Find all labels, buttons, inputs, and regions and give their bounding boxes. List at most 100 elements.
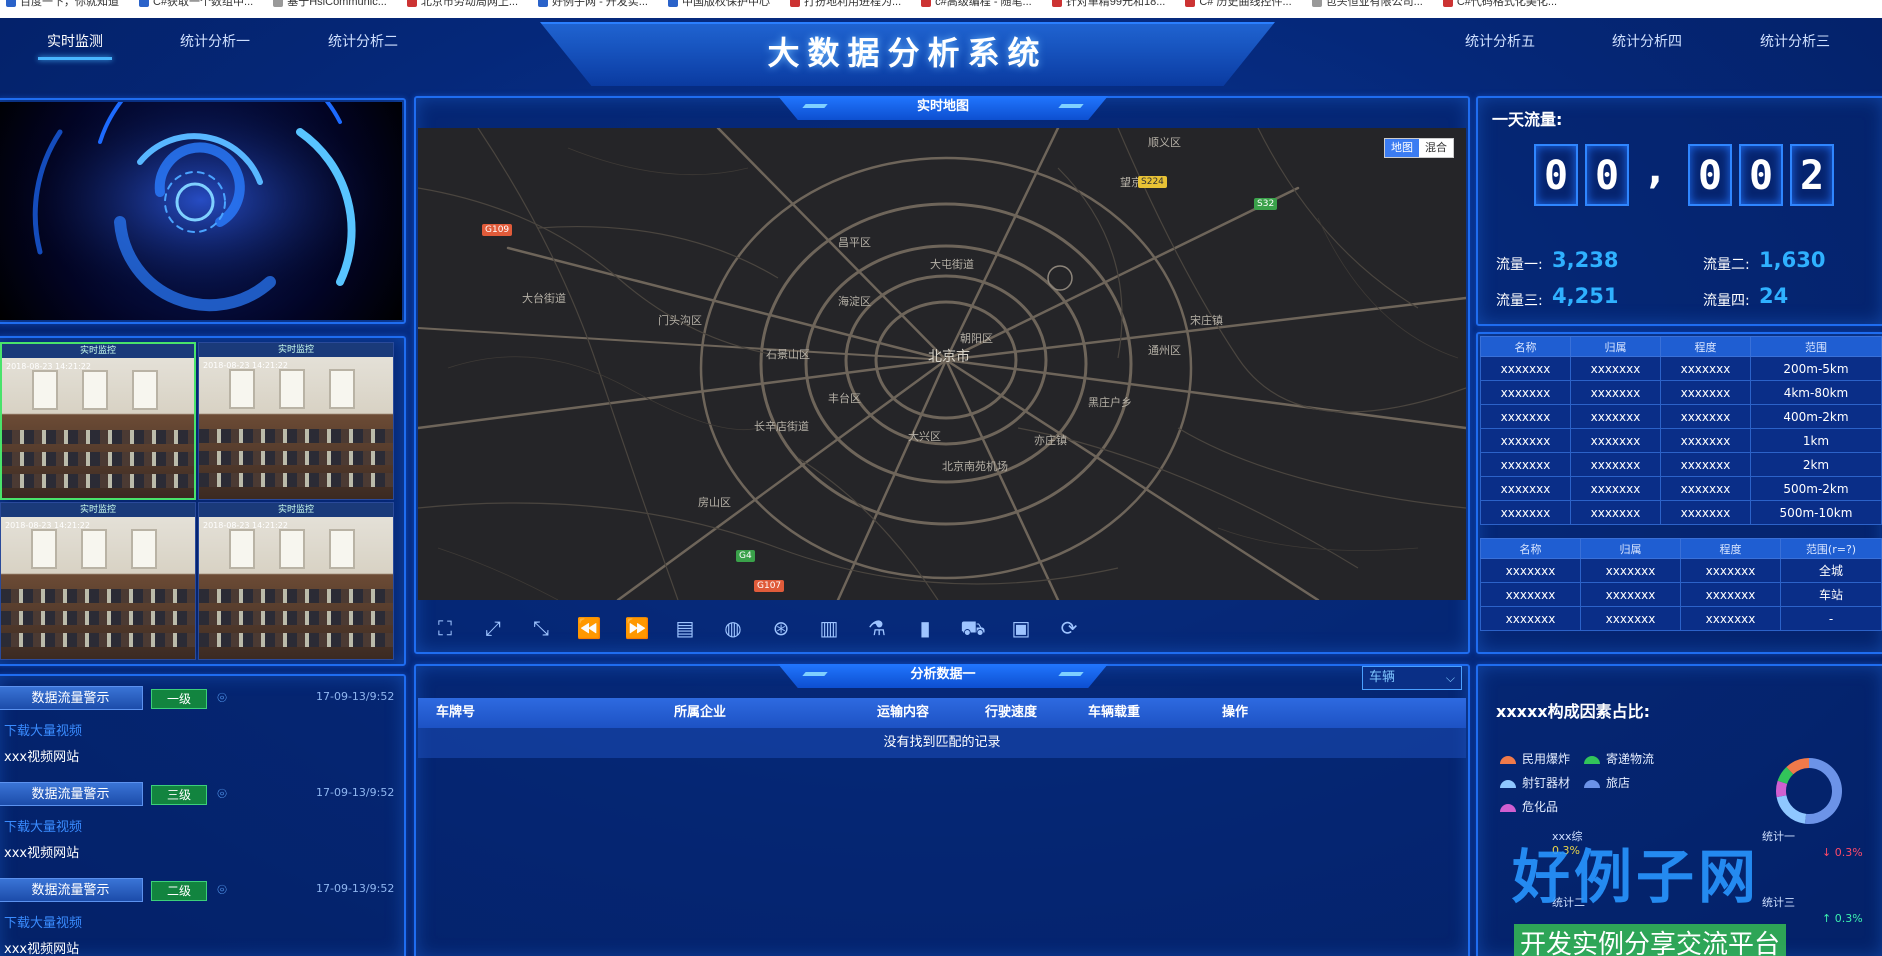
nav-stats-3[interactable]: 统计分析三 [1740,28,1850,56]
forward-icon[interactable]: ⏩ [622,613,652,643]
donut-segment [1776,794,1807,824]
bookmark-item[interactable]: C#代码格式化美化... [1437,0,1571,8]
legend-swatch [1500,755,1516,764]
video-player[interactable] [0,102,402,320]
column-header[interactable]: 操作 [1180,698,1290,728]
table-cell: xxxxxxx [1569,380,1661,405]
table-row[interactable]: xxxxxxx xxxxxxx xxxxxxx 4km-80km [1480,380,1882,405]
location-pin-icon[interactable]: ⌾ [214,688,230,708]
table-row[interactable]: xxxxxxx xxxxxxx xxxxxxx 1km [1480,428,1882,453]
table-header-row: 名称 归属 程度 范围 [1480,336,1882,357]
window-icon[interactable]: ▣ [1006,613,1036,643]
map-label: 海淀区 [838,295,871,308]
audience-row [1,589,195,603]
rewind-icon[interactable]: ⏪ [574,613,604,643]
alert-link[interactable]: 下载大量视频 [4,912,82,931]
camera-feed[interactable]: 实时监控 2018-08-23 14:21:22 [198,502,394,660]
camera-feed[interactable]: 实时监控 2018-08-23 14:21:22 [0,502,196,660]
table-cell: xxxxxxx [1480,404,1571,429]
bookmark-item[interactable]: c#高级编程 - 随笔... [915,0,1046,8]
bookmark-item[interactable]: 基于HslCommunic... [267,0,401,8]
column-header[interactable]: 行驶速度 [974,698,1048,728]
flow-digit: 0 [1739,144,1783,206]
map-type-toggle[interactable]: 地图 混合 [1384,138,1454,158]
table-cell: xxxxxxx [1479,558,1582,583]
bookmark-item[interactable]: 打扮地利用进程为... [784,0,915,8]
nav-stats-1[interactable]: 统计分析一 [160,28,270,56]
column-header: 范围(r=?) [1780,538,1882,559]
stat-pct: ↑ 0.3% [1822,912,1863,925]
bookmark-item[interactable]: 包头恒业有限公司... [1306,0,1437,8]
alert-name-button[interactable]: 数据流量警示 [0,782,143,806]
alert-name-button[interactable]: 数据流量警示 [0,878,143,902]
flask-icon[interactable]: ⚗ [862,613,892,643]
alert-time: 17-09-13/9:52 [316,690,395,703]
column-header[interactable]: 车牌号 [418,698,568,728]
fullscreen-icon[interactable]: ⛶ [430,613,460,643]
bookmark-item[interactable]: 好例子网 - 开发实... [532,0,662,8]
map-label: 大兴区 [908,430,941,443]
building-icon[interactable]: ▥ [814,613,844,643]
nav-stats-2[interactable]: 统计分析二 [308,28,418,56]
column-header: 程度 [1680,538,1782,559]
column-header[interactable]: 所属企业 [568,698,814,728]
legend-label: 民用爆炸 [1522,752,1571,766]
table-row[interactable]: xxxxxxx xxxxxxx xxxxxxx 200m-5km [1480,356,1882,381]
flow-digit: 0 [1585,144,1629,206]
map-type-map[interactable]: 地图 [1385,139,1419,157]
legend-item[interactable]: 民用爆炸 [1500,750,1570,767]
globe-icon[interactable]: ◍ [718,613,748,643]
flow-label: 流量一: [1496,257,1543,273]
select-value: 车辆 [1369,670,1396,685]
camera-feed[interactable]: 实时监控 2018-08-23 14:21:22 [198,342,394,500]
audience-row [2,452,194,466]
camera-feed[interactable]: 实时监控 2018-08-23 14:21:22 [0,342,196,500]
legend-label: 旅店 [1606,776,1631,790]
location-pin-icon[interactable]: ⌾ [214,880,230,900]
map-label: 通州区 [1148,344,1181,357]
bookmark-item[interactable]: C# 历史曲线控件... [1179,0,1305,8]
audience-row [199,451,393,465]
flow-value: 1,630 [1759,248,1826,272]
table-row[interactable]: xxxxxxx xxxxxxx xxxxxxx 500m-2km [1480,476,1882,501]
nav-stats-5[interactable]: 统计分析五 [1445,28,1555,56]
table-row[interactable]: xxxxxxx xxxxxxx xxxxxxx - [1479,606,1882,631]
legend-item[interactable]: 射钉器材 [1500,774,1570,791]
nav-realtime-monitor[interactable]: 实时监测 [20,28,130,60]
table-row[interactable]: xxxxxxx xxxxxxx xxxxxxx 2km [1480,452,1882,477]
realtime-map[interactable]: 地图 混合 北京市 昌平区 海淀区 朝阳区 丰台区 石景山区 门头沟区 通州区 … [418,128,1466,600]
truck-icon[interactable]: ⛟ [958,613,988,643]
refresh-icon[interactable]: ⟳ [1054,613,1084,643]
alert-link[interactable]: 下载大量视频 [4,816,82,835]
alert-item: 数据流量警示 一级 ⌾ 17-09-13/9:52 下载大量视频 xxx视频网站 [0,678,398,772]
map-type-hybrid[interactable]: 混合 [1419,139,1453,157]
table-row[interactable]: xxxxxxx xxxxxxx xxxxxxx 500m-10km [1480,500,1882,525]
vehicle-type-select[interactable]: 车辆 ⌵ [1362,666,1462,690]
bookmark-item[interactable]: 针对单精99元和18... [1046,0,1180,8]
chart-building-icon[interactable]: ▮ [910,613,940,643]
map-label: 昌平区 [838,236,871,249]
table-row[interactable]: xxxxxxx xxxxxxx xxxxxxx 车站 [1479,582,1882,607]
expand-icon[interactable]: ⤢ [478,613,508,643]
legend-item[interactable]: 危化品 [1500,798,1558,815]
table-row[interactable]: xxxxxxx xxxxxxx xxxxxxx 400m-2km [1480,404,1882,429]
column-header[interactable]: 运输内容 [814,698,974,728]
camera-title-bar: 实时监控 [199,503,393,517]
satellite-icon[interactable]: ⊛ [766,613,796,643]
legend-item[interactable]: 寄递物流 [1584,750,1654,767]
bookmark-item[interactable]: 百度一下，你就知道 [0,0,133,8]
location-pin-icon[interactable]: ⌾ [214,784,230,804]
legend-item[interactable]: 旅店 [1584,774,1630,791]
camera-title-bar: 实时监控 [1,503,195,517]
bookmark-item[interactable]: 中国版权保护中心 [662,0,784,8]
alert-name-button[interactable]: 数据流量警示 [0,686,143,710]
bookmark-item[interactable]: C#获取一个数组中... [133,0,267,8]
column-header[interactable]: 车辆载重 [1048,698,1180,728]
table-row[interactable]: xxxxxxx xxxxxxx xxxxxxx 全城 [1479,558,1882,583]
table-cell: 2km [1749,452,1882,477]
nav-stats-4[interactable]: 统计分析四 [1592,28,1702,56]
bookmark-item[interactable]: 北京市劳动局网上... [401,0,532,8]
collapse-icon[interactable]: ⤡ [526,613,556,643]
alert-link[interactable]: 下载大量视频 [4,720,82,739]
layers-icon[interactable]: ▤ [670,613,700,643]
